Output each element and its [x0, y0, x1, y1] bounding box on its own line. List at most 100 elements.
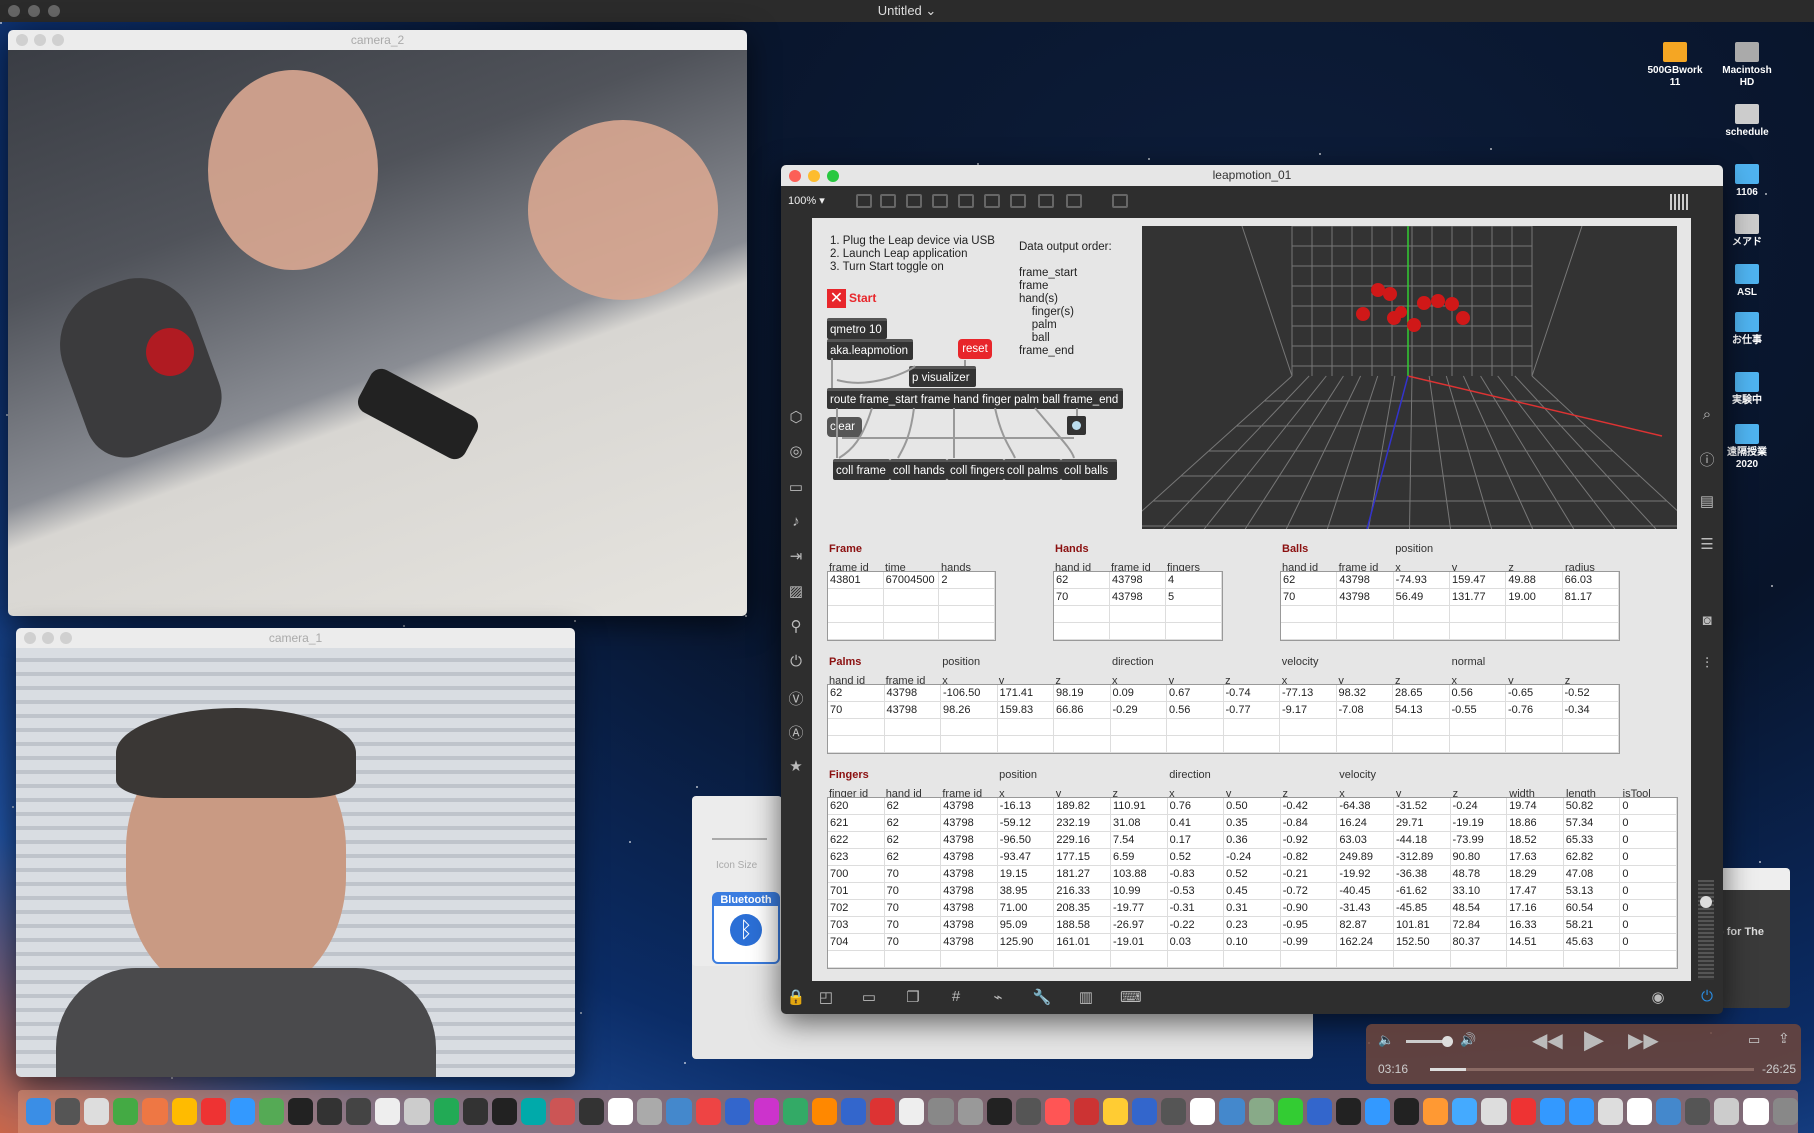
empty-row[interactable]: [1281, 606, 1619, 623]
dock-app-icon[interactable]: [1161, 1098, 1187, 1125]
grid-icon[interactable]: [1670, 194, 1688, 210]
table-row[interactable]: 701 70 43798 38.95 216.33 10.99 -0.53 0.45 -0.72…: [828, 883, 1677, 900]
dock-app-icon[interactable]: [724, 1098, 750, 1125]
scrubber[interactable]: [1430, 1068, 1754, 1071]
start-toggle[interactable]: ✕: [827, 289, 846, 308]
circle-v-icon[interactable]: Ⓥ: [786, 688, 806, 709]
dock-app-icon[interactable]: [1073, 1098, 1100, 1125]
dock-app-icon[interactable]: [113, 1098, 139, 1125]
dial-object-icon[interactable]: [1038, 194, 1054, 208]
dock-app-icon[interactable]: [287, 1098, 314, 1125]
dock-app-icon[interactable]: [695, 1098, 721, 1125]
table-row[interactable]: 70 43798 98.26 159.83 66.86 -0.29 0.56 -0.77 -9.…: [828, 702, 1619, 719]
dock-app-icon[interactable]: [1190, 1098, 1216, 1125]
dock-app-icon[interactable]: [1510, 1098, 1536, 1125]
dock-app-icon[interactable]: [317, 1098, 343, 1125]
play-button[interactable]: ▶: [1584, 1024, 1604, 1055]
empty-row[interactable]: [828, 719, 1619, 736]
table-row[interactable]: 70 43798 5: [1054, 589, 1222, 606]
star-icon[interactable]: ★: [786, 757, 806, 775]
close-button[interactable]: [8, 5, 20, 17]
dock-app-icon[interactable]: [229, 1098, 255, 1125]
dock-app-icon[interactable]: [1394, 1098, 1420, 1125]
dock-app-icon[interactable]: [520, 1098, 546, 1125]
music-icon[interactable]: ♪: [786, 513, 806, 530]
minimize-button[interactable]: [28, 5, 40, 17]
coll-frame-object[interactable]: coll frame: [833, 459, 890, 480]
dock-app-icon[interactable]: [1656, 1098, 1682, 1125]
dock-app-icon[interactable]: [491, 1098, 517, 1125]
windows-icon[interactable]: ❐: [903, 988, 923, 1006]
toggle-object-icon[interactable]: [932, 194, 948, 208]
dock-app-icon[interactable]: [1743, 1098, 1769, 1125]
dock-app-icon[interactable]: [957, 1098, 983, 1125]
dock-app-icon[interactable]: [870, 1098, 896, 1125]
table-row[interactable]: 43801 67004500 2: [828, 572, 996, 589]
desktop-icon[interactable]: Macintosh HD: [1712, 42, 1782, 89]
slider-object-icon[interactable]: [1010, 194, 1026, 208]
palms-table[interactable]: 62 43798 -106.50 171.41 98.19 0.09 0.67 -0.74 -7…: [827, 684, 1620, 754]
minimize-button[interactable]: [808, 170, 820, 182]
empty-row[interactable]: [828, 589, 996, 606]
table-row[interactable]: 704 70 43798 125.90 161.01 -19.01 0.03 0.10 -0.9…: [828, 934, 1677, 951]
table-row[interactable]: 62 43798 -74.93 159.47 49.88 66.03: [1281, 572, 1619, 589]
search-icon[interactable]: ⌕: [1697, 406, 1717, 423]
camera-icon[interactable]: ◙: [1697, 612, 1717, 629]
dsp-power-icon[interactable]: ⏻: [1697, 988, 1717, 1005]
dock-app-icon[interactable]: [375, 1098, 401, 1125]
dock-app-icon[interactable]: [1481, 1098, 1507, 1125]
dock-app-icon[interactable]: [55, 1098, 81, 1125]
edit-icon[interactable]: ◰: [816, 988, 836, 1006]
table-row[interactable]: 62 43798 -106.50 171.41 98.19 0.09 0.67 -0.74 -7…: [828, 685, 1619, 702]
dock-app-icon[interactable]: [608, 1098, 634, 1125]
frame-table[interactable]: 43801 67004500 2: [827, 571, 996, 641]
table-row[interactable]: 620 62 43798 -16.13 189.82 110.91 0.76 0.50 -0.4…: [828, 798, 1677, 815]
empty-row[interactable]: [1054, 606, 1222, 623]
3d-visualizer[interactable]: [1142, 226, 1677, 529]
keyboard-icon[interactable]: ⌨: [1120, 988, 1142, 1006]
table-row[interactable]: 702 70 43798 71.00 208.35 -19.77 -0.31 0.31 -0.9…: [828, 900, 1677, 917]
table-row[interactable]: 700 70 43798 19.15 181.27 103.88 -0.83 0.52 -0.2…: [828, 866, 1677, 883]
grid-icon[interactable]: #: [946, 988, 966, 1005]
keyboard-icon[interactable]: ▭: [786, 478, 806, 496]
message-object-icon[interactable]: [906, 194, 922, 208]
dock-app-icon[interactable]: [346, 1098, 372, 1125]
coll-fingers-object[interactable]: coll fingers: [947, 459, 1005, 480]
plug-icon[interactable]: ⏻: [786, 653, 806, 670]
info-icon[interactable]: ⓘ: [1697, 449, 1717, 470]
empty-row[interactable]: [1054, 623, 1222, 640]
empty-row[interactable]: [828, 736, 1619, 753]
dock-app-icon[interactable]: [1568, 1098, 1594, 1125]
dock-app-icon[interactable]: [1306, 1098, 1332, 1125]
table-row[interactable]: 621 62 43798 -59.12 232.19 31.08 0.41 0.35 -0.84…: [828, 815, 1677, 832]
dock-app-icon[interactable]: [171, 1098, 197, 1125]
table-row[interactable]: 622 62 43798 -96.50 229.16 7.54 0.17 0.36 -0.92 6…: [828, 832, 1677, 849]
dock-app-icon[interactable]: [1714, 1098, 1740, 1125]
coll-balls-object[interactable]: coll balls: [1061, 459, 1117, 480]
dock-app-icon[interactable]: [1219, 1098, 1245, 1125]
balls-table[interactable]: 62 43798 -74.93 159.47 49.88 66.03 70 43798 56.4…: [1280, 571, 1620, 641]
icon-size-slider[interactable]: [712, 838, 767, 840]
bluetooth-item[interactable]: Bluetooth ᛒ: [712, 892, 780, 964]
dock-app-icon[interactable]: [1132, 1098, 1158, 1125]
empty-row[interactable]: [828, 606, 996, 623]
dock-app-icon[interactable]: [433, 1098, 459, 1125]
empty-row[interactable]: [828, 623, 996, 640]
dock-app-icon[interactable]: [1539, 1098, 1565, 1125]
dock-app-icon[interactable]: [1277, 1098, 1303, 1125]
dock-app-icon[interactable]: [1452, 1098, 1478, 1125]
empty-row[interactable]: [828, 951, 1677, 968]
snap-icon[interactable]: ⌁: [988, 988, 1008, 1006]
zoom-button[interactable]: [827, 170, 839, 182]
circle-a-icon[interactable]: Ⓐ: [786, 722, 806, 743]
table-row[interactable]: 703 70 43798 95.09 188.58 -26.97 -0.22 0.23 -0.9…: [828, 917, 1677, 934]
dock-app-icon[interactable]: [811, 1098, 838, 1125]
dock-app-icon[interactable]: [549, 1098, 576, 1125]
target-icon[interactable]: ◎: [786, 442, 806, 460]
sequence-icon[interactable]: ⇥: [786, 547, 806, 565]
dock-app-icon[interactable]: [462, 1098, 488, 1125]
desktop-icon[interactable]: schedule: [1712, 104, 1782, 139]
sliders-icon[interactable]: ⫶: [1697, 655, 1717, 672]
presentation-object-icon[interactable]: [856, 194, 872, 208]
dock-app-icon[interactable]: [782, 1098, 808, 1125]
